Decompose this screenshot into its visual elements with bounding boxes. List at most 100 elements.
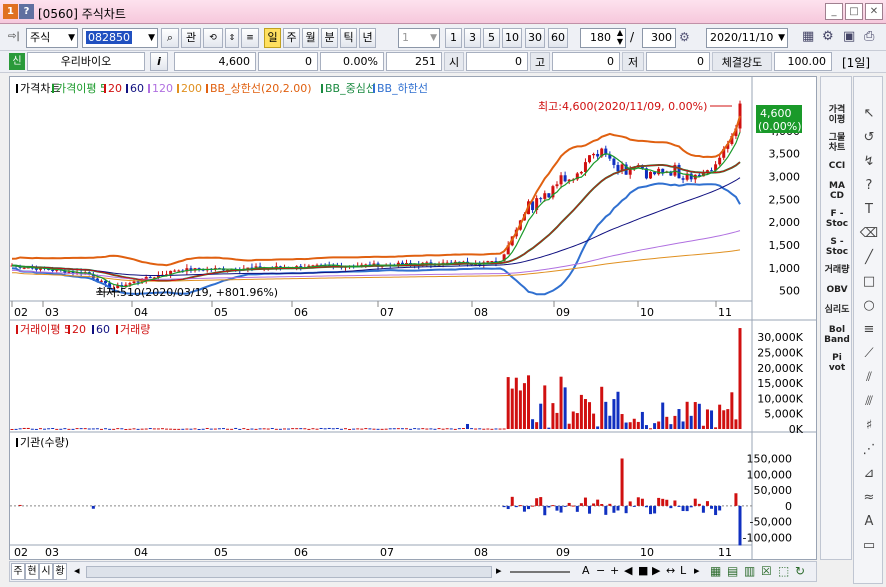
bottom-tool-icon[interactable]: ↔ — [666, 564, 675, 577]
eraser-icon[interactable]: ⌫ — [858, 225, 880, 243]
period-tab-3[interactable]: 분 — [321, 28, 338, 48]
chart-area[interactable]: 가격차트 가격이평 5 20 60 120 200 BB_상한선(20,2.00) BB_중심… — [9, 76, 817, 560]
inst-bar — [710, 505, 714, 509]
gann-icon[interactable]: ⫽ — [858, 369, 880, 387]
volume-bar — [364, 428, 368, 430]
indicator-item-8[interactable]: 심리도 — [823, 305, 851, 319]
volume-bar — [327, 427, 331, 429]
channel-icon[interactable]: ⫻ — [858, 393, 880, 411]
volume-bar — [99, 428, 103, 430]
question-icon[interactable]: ? — [858, 177, 880, 195]
scroll-right-icon[interactable]: ▸ — [496, 564, 502, 577]
fibo-icon[interactable]: ≡ — [858, 321, 880, 339]
bottom-tab-1[interactable]: 현 — [25, 563, 39, 580]
search-icon[interactable]: ⌕ — [161, 28, 179, 48]
save-icon[interactable]: ▦ — [802, 29, 814, 44]
cursor-icon[interactable]: ↖ — [858, 105, 880, 123]
cycle-icon[interactable]: ♯ — [858, 417, 880, 435]
indicator-item-2[interactable]: CCI — [823, 161, 851, 175]
interval-button-3[interactable]: 3 — [464, 28, 481, 48]
bottom-tool-icon[interactable]: ▸ — [694, 564, 700, 577]
rect-icon[interactable]: □ — [858, 273, 880, 291]
indicator-item-1[interactable]: 그물 차트 — [823, 133, 851, 155]
bottom-tool-icon[interactable]: A — [582, 564, 590, 577]
stock-name[interactable]: 우리바이오 — [27, 52, 145, 71]
print-icon[interactable]: ⎙ — [864, 29, 874, 44]
interval-button-10[interactable]: 10 — [502, 28, 522, 48]
indicator-item-10[interactable]: Pi vot — [823, 353, 851, 375]
indicator-item-6[interactable]: 거래량 — [823, 265, 851, 279]
updown-spinner-icon[interactable]: ⇕ — [225, 28, 239, 48]
period-tab-2[interactable]: 월 — [302, 28, 319, 48]
auto-icon[interactable]: A — [858, 513, 880, 531]
low-label: 저 — [622, 52, 644, 71]
fan-icon[interactable]: ⟋ — [858, 345, 880, 363]
minimize-button[interactable]: _ — [825, 3, 843, 20]
list-icon[interactable]: ≡ — [241, 28, 259, 48]
count-input[interactable]: 180 ▲ ▼ — [580, 28, 626, 48]
bottom-tab-3[interactable]: 황 — [53, 563, 67, 580]
bottom-action-icon[interactable]: ↻ — [795, 564, 805, 578]
bottom-action-icon[interactable]: ☒ — [761, 564, 772, 578]
magnet-icon[interactable]: ↺ — [858, 129, 880, 147]
bottom-tool-icon[interactable]: + — [610, 564, 619, 577]
info-button[interactable]: i — [150, 52, 168, 71]
date-select[interactable]: 2020/11/10 ▼ — [706, 28, 788, 48]
interest-button[interactable]: 관 — [181, 28, 201, 48]
help-icon[interactable]: ? — [19, 4, 34, 19]
interval-button-60[interactable]: 60 — [548, 28, 568, 48]
link-arrow-icon[interactable]: ⇨| — [8, 31, 20, 42]
bottom-action-icon[interactable]: ▤ — [727, 564, 738, 578]
interval-button-30[interactable]: 30 — [525, 28, 545, 48]
andrew-icon[interactable]: ⊿ — [858, 465, 880, 483]
refresh-icon[interactable]: ⟲ — [203, 28, 223, 48]
spinner-icon[interactable]: ▲ ▼ — [617, 28, 623, 46]
indicator-item-0[interactable]: 가격 이평 — [823, 105, 851, 127]
period-tab-5[interactable]: 년 — [359, 28, 376, 48]
text-icon[interactable]: T — [858, 201, 880, 219]
zigzag-icon[interactable]: ↯ — [858, 153, 880, 171]
bottom-tool-icon[interactable]: − — [596, 564, 605, 577]
settings-icon[interactable]: ⚙ — [679, 30, 690, 44]
zoom-slider[interactable] — [510, 571, 570, 573]
bottom-action-icon[interactable]: ▦ — [710, 564, 721, 578]
bottom-tool-icon[interactable]: ▶ — [652, 564, 660, 577]
disk-icon[interactable]: ▣ — [843, 29, 855, 44]
indicator-item-3[interactable]: MA CD — [823, 181, 851, 203]
indicator-item-4[interactable]: F - Stoc — [823, 209, 851, 231]
interval-button-1[interactable]: 1 — [445, 28, 462, 48]
period-tab-4[interactable]: 틱 — [340, 28, 357, 48]
circle-icon[interactable]: ○ — [858, 297, 880, 315]
indicator-item-5[interactable]: S - Stoc — [823, 237, 851, 259]
interval-select[interactable]: 1 ▼ — [398, 28, 440, 48]
market-select[interactable]: 주식 ▼ — [26, 28, 78, 48]
inst-bar — [669, 505, 673, 509]
bottom-tab-2[interactable]: 시 — [39, 563, 53, 580]
period-tab-1[interactable]: 주 — [283, 28, 300, 48]
scrollbar[interactable] — [86, 566, 492, 578]
indicator-item-7[interactable]: OBV — [823, 285, 851, 299]
bottom-tool-icon[interactable]: ■ — [638, 564, 648, 577]
bottom-action-icon[interactable]: ▥ — [744, 564, 755, 578]
bottom-tool-icon[interactable]: ◀ — [624, 564, 632, 577]
interval-button-5[interactable]: 5 — [483, 28, 500, 48]
bottom-tool-icon[interactable]: L — [680, 564, 686, 577]
price-change: 0 — [258, 52, 318, 71]
chart-canvas[interactable]: 가격차트가격이평 5 20 60 120 200 BB_상한선(20,2.00) BB_중심… — [10, 77, 816, 559]
close-button[interactable]: ✕ — [865, 3, 883, 20]
scroll-left-icon[interactable]: ◂ — [74, 564, 80, 577]
volume-bar — [262, 428, 266, 430]
period-tab-0[interactable]: 일 — [264, 28, 281, 48]
stock-code-input[interactable]: 082850 ▼ — [82, 28, 158, 48]
bottom-action-icon[interactable]: ⬚ — [778, 564, 789, 578]
screen-icon[interactable]: ▭ — [858, 537, 880, 555]
indicator-item-9[interactable]: Bol Band — [823, 325, 851, 347]
bottom-tab-0[interactable]: 주 — [11, 563, 25, 580]
maximize-button[interactable]: □ — [845, 3, 863, 20]
total-input[interactable]: 300 — [642, 28, 676, 48]
volume-tick-label: 20,000K — [757, 362, 803, 375]
speed-icon[interactable]: ⋰ — [858, 441, 880, 459]
gear-icon[interactable]: ⚙ — [822, 29, 834, 44]
line-icon[interactable]: ╱ — [858, 249, 880, 267]
elliott-icon[interactable]: ≈ — [858, 489, 880, 507]
